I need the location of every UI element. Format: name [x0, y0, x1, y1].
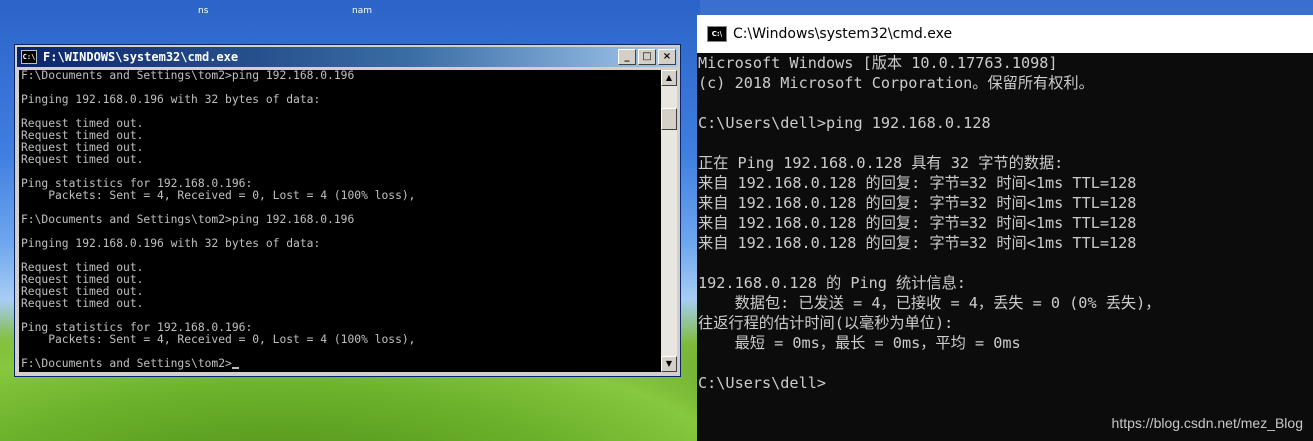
- text-cursor: [231, 367, 239, 369]
- console-line: 正在 Ping 192.168.0.128 具有 32 字节的数据:: [698, 154, 1064, 172]
- console-line: 往返行程的估计时间(以毫秒为单位):: [698, 314, 954, 332]
- maximize-button[interactable]: □: [638, 49, 656, 65]
- xp-cmd-window[interactable]: C:\ F:\WINDOWS\system32\cmd.exe _ □ × F:…: [14, 44, 681, 377]
- console-line: 192.168.0.128 的 Ping 统计信息:: [698, 274, 966, 292]
- xp-title-bar[interactable]: C:\ F:\WINDOWS\system32\cmd.exe _ □ ×: [17, 47, 678, 67]
- console-line: (c) 2018 Microsoft Corporation。保留所有权利。: [698, 74, 1094, 92]
- console-line: Microsoft Windows [版本 10.0.17763.1098]: [698, 54, 1058, 72]
- xp-window-title: F:\WINDOWS\system32\cmd.exe: [43, 50, 239, 64]
- console-line: 来自 192.168.0.128 的回复: 字节=32 时间<1ms TTL=1…: [698, 234, 1137, 252]
- scroll-thumb[interactable]: [661, 108, 677, 130]
- close-button[interactable]: ×: [658, 49, 676, 65]
- w10-title-bar[interactable]: C:\ C:\Windows\system32\cmd.exe: [697, 15, 1313, 53]
- minimize-button[interactable]: _: [618, 49, 636, 65]
- console-line: 来自 192.168.0.128 的回复: 字节=32 时间<1ms TTL=1…: [698, 174, 1137, 192]
- console-line: Pinging 192.168.0.196 with 32 bytes of d…: [21, 237, 321, 250]
- watermark: https://blog.csdn.net/mez_Blog: [1111, 415, 1303, 431]
- console-line: 最短 = 0ms，最长 = 0ms，平均 = 0ms: [698, 334, 1021, 352]
- console-prompt: F:\Documents and Settings\tom2>: [21, 357, 232, 370]
- console-line: C:\Users\dell>ping 192.168.0.128: [698, 114, 991, 132]
- console-line: F:\Documents and Settings\tom2>ping 192.…: [21, 213, 355, 226]
- console-prompt-line[interactable]: C:\Users\dell>: [697, 373, 1313, 393]
- scroll-up-arrow-icon[interactable]: ▲: [661, 70, 677, 86]
- console-line: 来自 192.168.0.128 的回复: 字节=32 时间<1ms TTL=1…: [698, 194, 1137, 212]
- w10-cmd-window[interactable]: C:\ C:\Windows\system32\cmd.exe Microsof…: [697, 15, 1313, 441]
- xp-console-output[interactable]: F:\Documents and Settings\tom2>ping 192.…: [19, 70, 661, 372]
- desktop-label-1: ns: [198, 6, 209, 16]
- console-line: Pinging 192.168.0.196 with 32 bytes of d…: [21, 93, 321, 106]
- w10-window-title: C:\Windows\system32\cmd.exe: [733, 26, 953, 42]
- console-line: Packets: Sent = 4, Received = 0, Lost = …: [21, 189, 416, 202]
- console-line: F:\Documents and Settings\tom2>ping 192.…: [21, 70, 355, 82]
- console-prompt-line[interactable]: F:\Documents and Settings\tom2>: [19, 358, 661, 370]
- console-line: 数据包: 已发送 = 4，已接收 = 4，丢失 = 0 (0% 丢失)，: [698, 294, 1161, 312]
- desktop-label-2: nam: [352, 6, 372, 16]
- xp-window-controls: _ □ ×: [618, 49, 676, 65]
- xp-scrollbar[interactable]: ▲ ▼: [661, 70, 677, 372]
- console-line: Packets: Sent = 4, Received = 0, Lost = …: [21, 333, 416, 346]
- console-line: Request timed out.: [21, 297, 144, 310]
- scroll-down-arrow-icon[interactable]: ▼: [661, 356, 677, 372]
- cmd-icon: C:\: [21, 50, 37, 64]
- console-line: 来自 192.168.0.128 的回复: 字节=32 时间<1ms TTL=1…: [698, 214, 1137, 232]
- w10-console-output[interactable]: Microsoft Windows [版本 10.0.17763.1098] (…: [697, 53, 1313, 441]
- console-line: Request timed out.: [21, 153, 144, 166]
- cmd-icon: C:\: [707, 26, 727, 42]
